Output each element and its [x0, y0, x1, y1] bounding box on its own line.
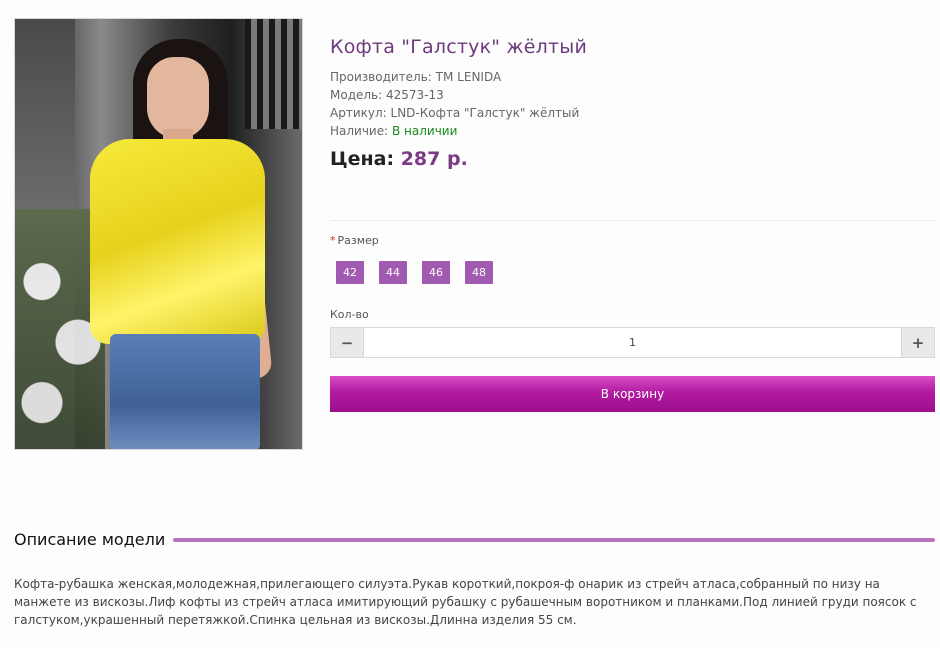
add-to-cart-button[interactable]: В корзину — [330, 376, 935, 412]
sku-line: Артикул: LND-Кофта "Галстук" жёлтый — [330, 104, 935, 122]
availability-label: Наличие: — [330, 124, 389, 138]
model-line: Модель: 42573-13 — [330, 86, 935, 104]
size-option-42[interactable]: 42 — [336, 261, 364, 284]
manufacturer-line: Производитель: TM LENIDA — [330, 68, 935, 86]
quantity-increase-button[interactable]: + — [902, 328, 934, 357]
product-image[interactable] — [14, 18, 303, 450]
availability-line: Наличие: В наличии — [330, 122, 935, 140]
model-label: Модель: — [330, 88, 383, 102]
model-jeans — [110, 334, 260, 449]
size-label: * Размер — [330, 234, 379, 247]
description-heading: Описание модели — [14, 530, 166, 549]
manufacturer-label: Производитель: — [330, 70, 432, 84]
options-divider — [330, 220, 935, 221]
photo-background-stripes — [245, 19, 302, 129]
quantity-stepper: − + — [330, 327, 935, 358]
size-label-text: Размер — [337, 234, 379, 247]
manufacturer-value[interactable]: TM LENIDA — [436, 70, 502, 84]
sku-label: Артикул: — [330, 106, 387, 120]
description-header: Описание модели — [14, 530, 935, 549]
description-heading-rule — [173, 537, 935, 542]
availability-status: В наличии — [392, 124, 458, 138]
quantity-label: Кол-во — [330, 308, 369, 321]
model-face — [147, 57, 209, 139]
yellow-blouse — [90, 139, 265, 344]
quantity-input[interactable] — [363, 328, 902, 357]
product-title: Кофта "Галстук" жёлтый — [330, 36, 588, 58]
size-option-46[interactable]: 46 — [422, 261, 450, 284]
model-value: 42573-13 — [386, 88, 444, 102]
size-option-44[interactable]: 44 — [379, 261, 407, 284]
price-value: 287 р. — [400, 148, 468, 170]
product-info: Кофта "Галстук" жёлтый Производитель: TM… — [330, 36, 935, 170]
price-row: Цена: 287 р. — [330, 148, 935, 170]
required-mark: * — [330, 234, 336, 247]
quantity-decrease-button[interactable]: − — [331, 328, 363, 357]
price-label: Цена: — [330, 148, 395, 170]
size-options: 42 44 46 48 — [336, 261, 493, 284]
description-text: Кофта-рубашка женская,молодежная,прилега… — [14, 577, 917, 627]
size-option-48[interactable]: 48 — [465, 261, 493, 284]
sku-value: LND-Кофта "Галстук" жёлтый — [390, 106, 580, 120]
